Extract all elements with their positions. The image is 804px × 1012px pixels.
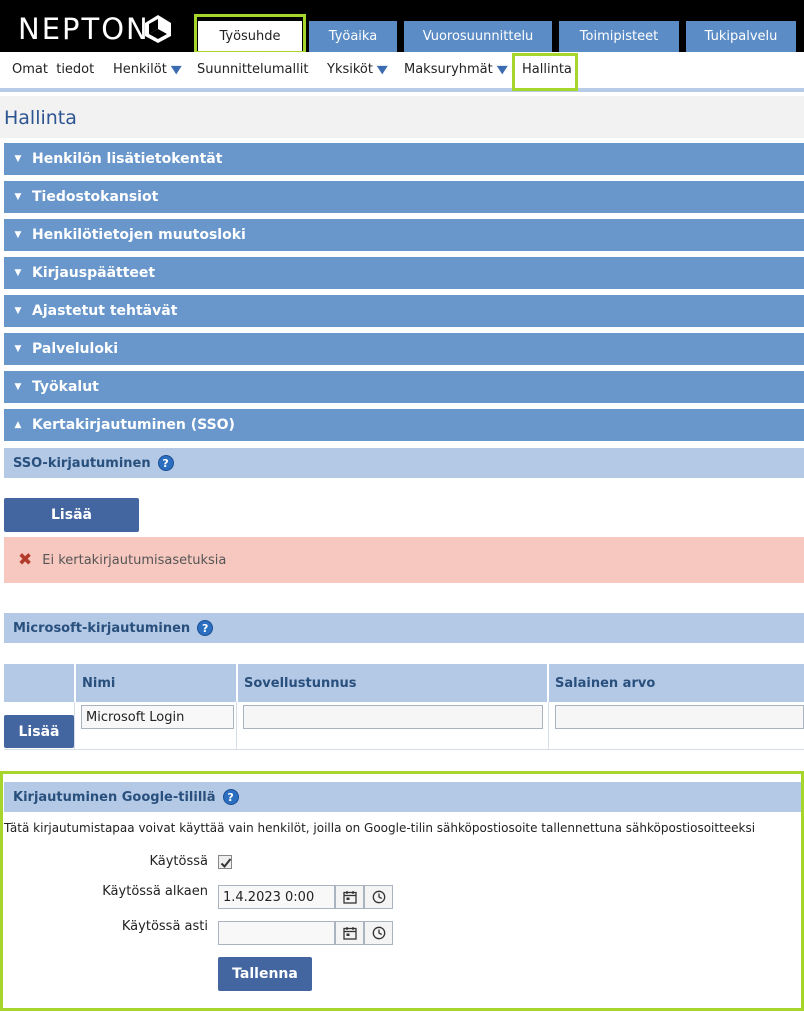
tab-tyosuhde[interactable]: Työsuhde xyxy=(198,21,302,52)
google-description: Tätä kirjautumistapaa voivat käyttää vai… xyxy=(4,821,756,835)
subnav-label: Hallinta xyxy=(522,62,572,77)
triangle-down-icon: ▼ xyxy=(14,192,22,202)
microsoft-add-button[interactable]: Lisää xyxy=(4,715,74,748)
column-header-sovellustunnus: Sovellustunnus xyxy=(238,664,547,702)
sso-add-button[interactable]: Lisää xyxy=(4,498,139,532)
help-icon[interactable]: ? xyxy=(157,455,174,471)
triangle-down-icon: ▼ xyxy=(14,154,22,164)
checkmark-icon xyxy=(220,858,232,868)
help-icon[interactable]: ? xyxy=(197,620,214,636)
google-header: Kirjautuminen Google-tilillä? xyxy=(4,782,804,812)
enabled-checkbox[interactable] xyxy=(218,855,232,869)
accordion-ajastetut-tehtavat[interactable]: ▼ Ajastetut tehtävät xyxy=(4,295,804,327)
clock-icon[interactable] xyxy=(364,921,393,945)
ms-secret-field[interactable] xyxy=(555,705,804,729)
subnav-suunnittelumallit[interactable]: Suunnittelumallit xyxy=(197,62,308,77)
triangle-down-icon: ▼ xyxy=(14,382,22,392)
top-bar: NEPTON Työsuhde Työaika Vuorosuunnittelu… xyxy=(0,0,804,52)
accordion-henkilotietojen-muutosloki[interactable]: ▼ Henkilötietojen muutosloki xyxy=(4,219,804,251)
triangle-down-icon: ▼ xyxy=(14,306,22,316)
accordion-label: Kirjauspäätteet xyxy=(32,265,156,281)
column-header-nimi: Nimi xyxy=(76,664,236,702)
subnav-label: Maksuryhmät xyxy=(404,62,493,77)
accordion-label: Työkalut xyxy=(32,379,99,395)
end-date-field[interactable] xyxy=(218,921,335,945)
subnav-omat-tiedot[interactable]: Omat tiedot xyxy=(12,62,94,77)
section-title: Kirjautuminen Google-tilillä xyxy=(13,789,216,805)
accordion-kirjauspaatteet[interactable]: ▼ Kirjauspäätteet xyxy=(4,257,804,289)
start-date-field[interactable]: 1.4.2023 0:00 xyxy=(218,885,335,909)
calendar-icon[interactable] xyxy=(335,885,364,909)
error-text: Ei kertakirjautumisasetuksia xyxy=(42,552,227,568)
subnav-label: Henkilöt xyxy=(113,62,167,77)
accordion-tiedostokansiot[interactable]: ▼ Tiedostokansiot xyxy=(4,181,804,213)
triangle-up-icon: ▲ xyxy=(14,420,22,430)
section-title: SSO-kirjautuminen xyxy=(13,455,151,471)
divider xyxy=(4,749,804,750)
sub-nav: Omat tiedot Henkilöt ▼ Suunnittelumallit … xyxy=(0,52,804,92)
ms-app-id-field[interactable] xyxy=(243,705,543,729)
subnav-yksikot[interactable]: Yksiköt ▼ xyxy=(327,62,388,77)
accordion-kertakirjautuminen[interactable]: ▲ Kertakirjautuminen (SSO) xyxy=(4,409,804,441)
accordion-tyokalut[interactable]: ▼ Työkalut xyxy=(4,371,804,403)
subnav-henkilot[interactable]: Henkilöt ▼ xyxy=(113,62,182,77)
logo-mark-icon xyxy=(145,15,171,43)
ms-name-field[interactable]: Microsoft Login xyxy=(81,705,234,729)
end-date-label: Käytössä asti xyxy=(121,919,208,934)
accordion-palveluloki[interactable]: ▼ Palveluloki xyxy=(4,333,804,365)
save-button[interactable]: Tallenna xyxy=(218,957,312,991)
enabled-label: Käytössä xyxy=(149,854,208,869)
accordion-henkilon-lisatietokentat[interactable]: ▼ Henkilön lisätietokentät xyxy=(4,143,804,175)
tab-tukipalvelu[interactable]: Tukipalvelu xyxy=(686,21,796,52)
sso-error-message: ✖ Ei kertakirjautumisasetuksia xyxy=(4,537,804,583)
accordion-label: Tiedostokansiot xyxy=(32,189,159,205)
accordion-label: Henkilön lisätietokentät xyxy=(32,151,223,167)
page-title: Hallinta xyxy=(4,107,77,129)
start-date-label: Käytössä alkaen xyxy=(102,884,208,899)
triangle-down-icon: ▼ xyxy=(14,268,22,278)
subnav-label: Yksiköt xyxy=(327,62,373,77)
chevron-down-icon: ▼ xyxy=(376,63,388,76)
error-x-icon: ✖ xyxy=(18,550,33,570)
clock-icon[interactable] xyxy=(364,885,393,909)
table-header-empty xyxy=(4,664,74,702)
accordion-label: Palveluloki xyxy=(32,341,119,357)
calendar-icon[interactable] xyxy=(335,921,364,945)
subnav-label: Suunnittelumallit xyxy=(197,62,309,77)
title-area xyxy=(0,96,804,138)
accordion-label: Kertakirjautuminen (SSO) xyxy=(32,417,235,433)
accordion-label: Ajastetut tehtävät xyxy=(32,303,178,319)
tab-tyoaika[interactable]: Työaika xyxy=(309,21,397,52)
tab-vuorosuunnittelu[interactable]: Vuorosuunnittelu xyxy=(404,21,552,52)
section-title: Microsoft-kirjautuminen xyxy=(13,620,191,636)
nepton-logo[interactable]: NEPTON xyxy=(18,12,150,46)
chevron-down-icon: ▼ xyxy=(496,63,508,76)
triangle-down-icon: ▼ xyxy=(14,344,22,354)
subnav-maksuryhmat[interactable]: Maksuryhmät ▼ xyxy=(404,62,508,77)
help-icon[interactable]: ? xyxy=(222,789,239,805)
chevron-down-icon: ▼ xyxy=(170,63,182,76)
column-header-salainen-arvo: Salainen arvo xyxy=(549,664,804,702)
tab-toimipisteet[interactable]: Toimipisteet xyxy=(559,21,679,52)
triangle-down-icon: ▼ xyxy=(14,230,22,240)
sso-header: SSO-kirjautuminen? xyxy=(4,448,804,478)
subnav-hallinta[interactable]: Hallinta xyxy=(522,62,572,77)
subnav-label: Omat tiedot xyxy=(12,62,95,77)
microsoft-header: Microsoft-kirjautuminen? xyxy=(4,613,804,643)
accordion-label: Henkilötietojen muutosloki xyxy=(32,227,246,243)
